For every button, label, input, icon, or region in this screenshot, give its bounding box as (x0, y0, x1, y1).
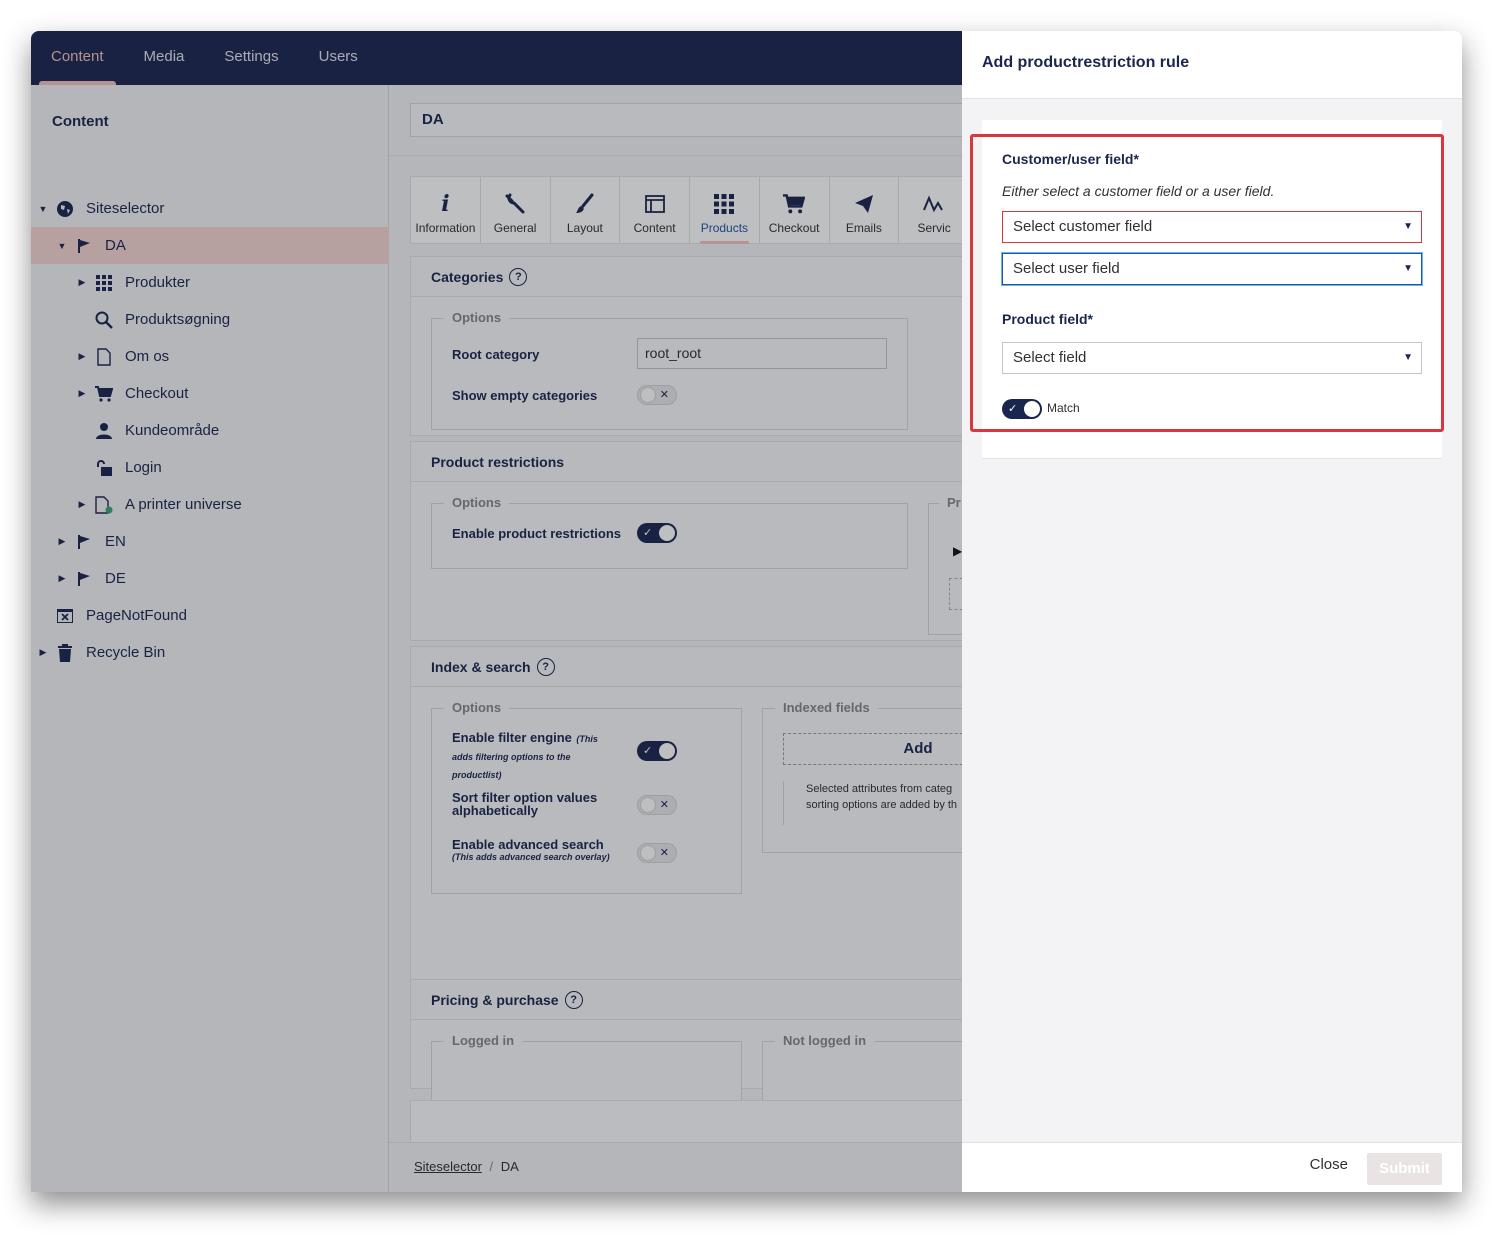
match-label: Match (1047, 401, 1080, 415)
add-restriction-dialog: Add productrestriction rule Customer/use… (962, 31, 1462, 1192)
close-button[interactable]: Close (1310, 1156, 1348, 1173)
dialog-title: Add productrestriction rule (962, 31, 1462, 99)
customer-field-select[interactable]: Select customer field ▼ (1002, 211, 1422, 243)
chevron-down-icon: ▼ (1403, 221, 1413, 232)
backoffice-window: Content Media Settings Users Content ▼ S… (31, 31, 1462, 1192)
product-field-label: Product field* (1002, 311, 1094, 327)
product-field-select[interactable]: Select field ▼ (1002, 342, 1422, 374)
user-field-select[interactable]: Select user field ▼ (1002, 253, 1422, 285)
customer-user-help: Either select a customer field or a user… (1002, 183, 1275, 199)
customer-user-field-label: Customer/user field* (1002, 151, 1139, 167)
match-toggle[interactable]: ✓ (1002, 399, 1042, 419)
dialog-footer: Close Submit (962, 1142, 1462, 1192)
chevron-down-icon: ▼ (1403, 263, 1413, 274)
chevron-down-icon: ▼ (1403, 352, 1413, 363)
check-icon: ✓ (1008, 403, 1018, 415)
modal-backdrop[interactable] (31, 31, 962, 1192)
submit-button[interactable]: Submit (1367, 1153, 1442, 1185)
